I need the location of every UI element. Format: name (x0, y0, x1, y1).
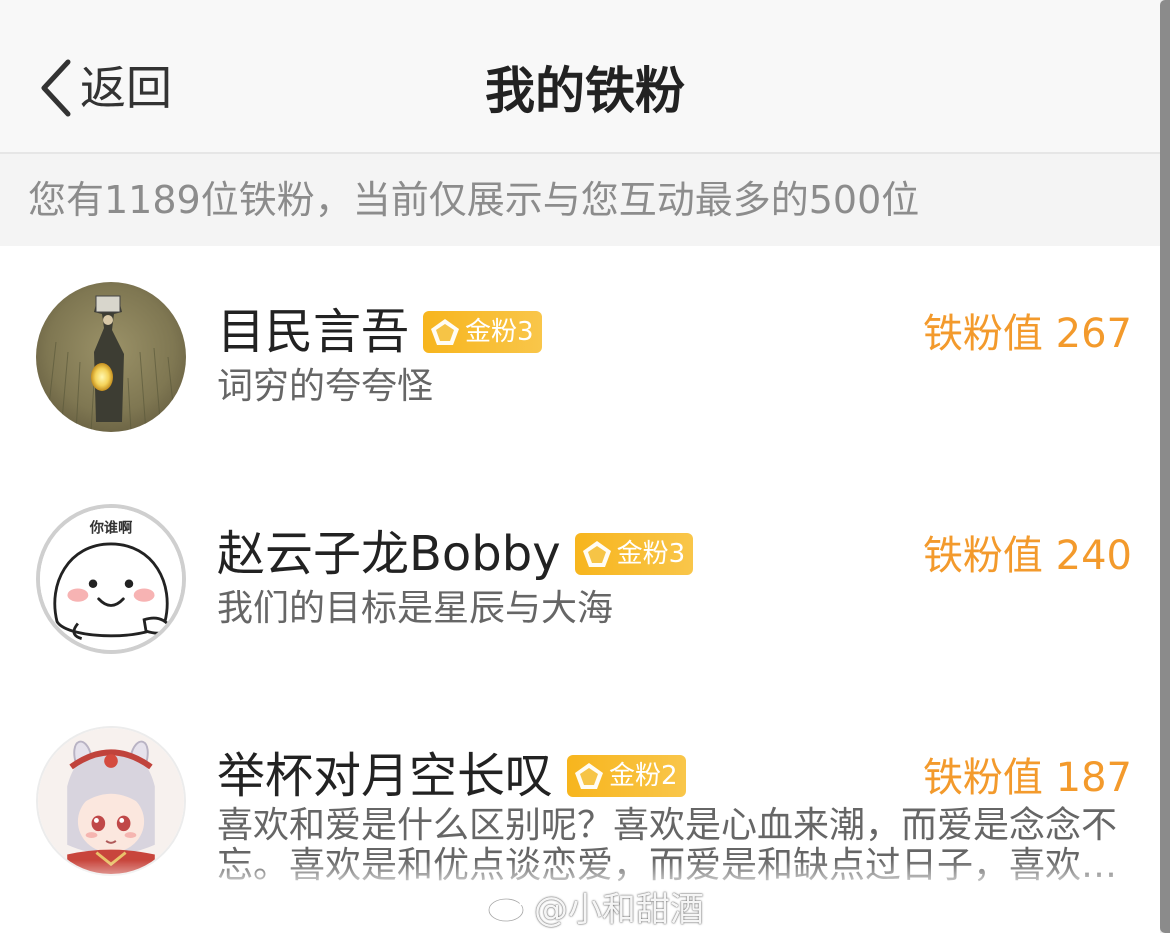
avatar[interactable] (36, 726, 186, 876)
list-item[interactable]: 你谁啊 赵云子龙Bobby 金粉3 我们的目标是星辰与大海 铁粉值 240 (0, 468, 1160, 690)
diamond-icon (431, 319, 460, 345)
watermark-text: @小和甜酒 (534, 889, 704, 930)
fan-level-badge: 金粉2 (567, 755, 686, 797)
watermark: @小和甜酒 (486, 884, 704, 930)
fan-name[interactable]: 赵云子龙Bobby (217, 524, 561, 584)
fan-name[interactable]: 举杯对月空长叹 (217, 746, 553, 806)
avatar-caption: 你谁啊 (89, 520, 133, 537)
list-item[interactable]: 目民言吾 金粉3 词穷的夸夸怪 铁粉值 267 (0, 246, 1160, 468)
diamond-icon (582, 541, 611, 567)
page-title: 我的铁粉 (485, 62, 685, 120)
fan-score: 铁粉值 267 (922, 311, 1132, 357)
fan-count-notice: 您有1189位铁粉，当前仅展示与您互动最多的500位 (0, 154, 1160, 246)
fan-list: 目民言吾 金粉3 词穷的夸夸怪 铁粉值 267 你谁啊 赵云子龙Bobby 金粉… (0, 246, 1160, 912)
badge-label: 金粉3 (465, 317, 534, 347)
avatar[interactable] (36, 282, 186, 432)
weibo-icon (487, 892, 528, 923)
badge-label: 金粉3 (616, 539, 686, 569)
fan-score: 铁粉值 240 (922, 533, 1132, 579)
fan-score: 铁粉值 187 (922, 755, 1132, 801)
fan-name[interactable]: 目民言吾 (217, 302, 409, 362)
avatar[interactable]: 你谁啊 (36, 504, 186, 654)
lantern-painting-avatar-icon (36, 282, 186, 432)
fan-level-badge: 金粉3 (423, 311, 542, 353)
scrollbar-thumb[interactable] (1160, 0, 1170, 933)
scrollbar[interactable] (1160, 0, 1170, 933)
fan-description: 我们的目标是星辰与大海 (217, 588, 614, 629)
fan-description: 词穷的夸夸怪 (217, 366, 434, 407)
anime-girl-avatar-icon (38, 728, 184, 874)
badge-label: 金粉2 (609, 761, 678, 791)
navigation-bar: 返回 我的铁粉 (0, 0, 1170, 154)
cartoon-face-avatar-icon: 你谁啊 (40, 508, 182, 650)
diamond-icon (575, 763, 604, 789)
fan-level-badge: 金粉3 (574, 533, 694, 575)
